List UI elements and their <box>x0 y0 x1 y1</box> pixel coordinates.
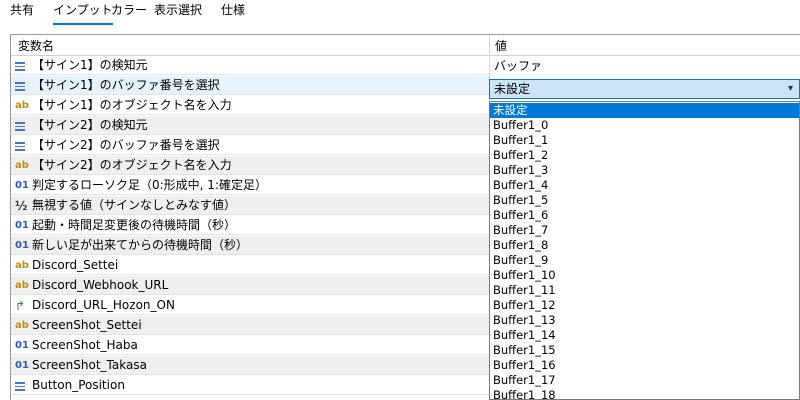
variable-name-cell[interactable]: ab 【サイン2】のオブジェクト名を入力 <box>11 156 489 175</box>
dropdown-option[interactable]: Buffer1_16 <box>490 358 799 373</box>
dropdown-option[interactable]: Buffer1_3 <box>490 163 799 178</box>
text-icon: ab <box>15 320 29 331</box>
variable-name-label: 【サイン2】のオブジェクト名を入力 <box>32 158 232 172</box>
buffer-select-combobox[interactable]: 未設定 ▾ <box>489 79 800 99</box>
enum-icon <box>15 119 29 133</box>
dropdown-option[interactable]: Buffer1_6 <box>490 208 799 223</box>
variable-name-cell[interactable]: ab ScreenShot_Settei <box>11 316 489 335</box>
dropdown-option[interactable]: Buffer1_9 <box>490 253 799 268</box>
dropdown-option[interactable]: Buffer1_18 <box>490 388 799 399</box>
dropdown-option[interactable]: Buffer1_2 <box>490 148 799 163</box>
double-icon: ½ <box>15 199 28 213</box>
variable-name-label: Discord_URL_Hozon_ON <box>32 298 175 312</box>
dropdown-option[interactable]: Buffer1_7 <box>490 223 799 238</box>
tab-spec[interactable]: 仕様 <box>221 3 245 23</box>
dropdown-option[interactable]: Buffer1_12 <box>490 298 799 313</box>
column-header-variable-name[interactable]: 変数名 <box>18 35 54 55</box>
variable-name-label: 【サイン2】の検知元 <box>32 118 148 132</box>
variable-name-label: 【サイン1】のオブジェクト名を入力 <box>32 98 232 112</box>
variable-name-cell[interactable]: ab 【サイン1】のオブジェクト名を入力 <box>11 96 489 115</box>
variable-name-label: Button_Position <box>32 378 125 392</box>
tab-bar: 共有 インプット カラー 表示選択 仕様 <box>0 0 800 26</box>
variable-name-label: 無視する値（サインなしとみなす値） <box>32 198 237 212</box>
enum-icon <box>15 59 29 73</box>
variable-name-label: 新しい足が出来てからの待機時間（秒） <box>32 238 249 252</box>
variable-name-label: Discord_Settei <box>32 258 119 272</box>
dropdown-option[interactable]: Buffer1_8 <box>490 238 799 253</box>
enum-icon <box>15 79 29 93</box>
variable-name-label: ScreenShot_Takasa <box>32 358 147 372</box>
table-row[interactable]: 【サイン1】の検知元 バッファ <box>11 56 800 76</box>
variable-name-label: ScreenShot_Haba <box>32 338 138 352</box>
variable-name-cell[interactable]: 【サイン2】のバッファ番号を選択 <box>11 136 489 155</box>
dropdown-option[interactable]: Buffer1_0 <box>490 118 799 133</box>
tab-color[interactable]: カラー <box>111 3 147 23</box>
variable-name-label: 【サイン1】の検知元 <box>32 58 148 72</box>
variable-name-cell[interactable]: 【サイン1】の検知元 <box>11 56 489 75</box>
text-icon: ab <box>15 280 29 291</box>
text-icon: ab <box>15 260 29 271</box>
text-icon: ab <box>15 160 29 171</box>
dropdown-option[interactable]: Buffer1_10 <box>490 268 799 283</box>
int-icon: 01 <box>15 240 29 251</box>
int-icon: 01 <box>15 340 29 351</box>
chevron-down-icon[interactable]: ▾ <box>788 83 793 94</box>
tab-common[interactable]: 共有 <box>10 3 34 23</box>
tab-input[interactable]: インプット <box>53 3 113 25</box>
variable-name-cell[interactable]: 【サイン1】のバッファ番号を選択 <box>11 76 489 95</box>
bool-icon: ↱ <box>15 299 26 313</box>
variable-name-cell[interactable]: Button_Position <box>11 376 489 395</box>
variable-name-cell[interactable]: ab Discord_Settei <box>11 256 489 275</box>
variable-name-label: ScreenShot_Settei <box>32 318 142 332</box>
column-header-value[interactable]: 値 <box>495 35 507 55</box>
grid-header: 変数名 値 <box>11 35 800 56</box>
dropdown-option[interactable]: Buffer1_14 <box>490 328 799 343</box>
dropdown-option[interactable]: Buffer1_5 <box>490 193 799 208</box>
value-cell[interactable]: バッファ <box>490 56 800 76</box>
tab-display-select[interactable]: 表示選択 <box>154 3 202 23</box>
buffer-select-dropdown-list[interactable]: 未設定 Buffer1_0 Buffer1_1 Buffer1_2 Buffer1_3 B… <box>489 101 800 400</box>
enum-icon <box>15 139 29 153</box>
dropdown-option[interactable]: Buffer1_11 <box>490 283 799 298</box>
variable-name-label: 起動・時間足変更後の待機時間（秒） <box>32 218 237 232</box>
variable-name-cell[interactable]: 01 判定するローソク足（0:形成中, 1:確定足） <box>11 176 489 195</box>
int-icon: 01 <box>15 220 29 231</box>
variable-name-label: Discord_Webhook_URL <box>32 278 169 292</box>
variable-name-cell[interactable]: 01 ScreenShot_Takasa <box>11 356 489 375</box>
variable-name-label: 【サイン2】のバッファ番号を選択 <box>32 138 220 152</box>
variable-name-label: 【サイン1】のバッファ番号を選択 <box>32 78 220 92</box>
dropdown-option[interactable]: Buffer1_17 <box>490 373 799 388</box>
variable-name-cell[interactable]: 01 起動・時間足変更後の待機時間（秒） <box>11 216 489 235</box>
variable-name-cell[interactable]: ↱ Discord_URL_Hozon_ON <box>11 296 489 315</box>
dropdown-option[interactable]: Buffer1_15 <box>490 343 799 358</box>
enum-icon <box>15 379 29 393</box>
combobox-value: 未設定 <box>494 82 531 96</box>
variable-name-cell[interactable]: 01 新しい足が出来てからの待機時間（秒） <box>11 236 489 255</box>
dropdown-option[interactable]: Buffer1_13 <box>490 313 799 328</box>
variable-name-label: 判定するローソク足（0:形成中, 1:確定足） <box>32 178 267 192</box>
variable-name-cell[interactable]: ½ 無視する値（サインなしとみなす値） <box>11 196 489 215</box>
dropdown-option[interactable]: 未設定 <box>490 103 799 118</box>
text-icon: ab <box>15 100 29 111</box>
dropdown-option[interactable]: Buffer1_1 <box>490 133 799 148</box>
variable-name-cell[interactable]: 【サイン2】の検知元 <box>11 116 489 135</box>
int-icon: 01 <box>15 180 29 191</box>
variable-name-cell[interactable]: 01 ScreenShot_Haba <box>11 336 489 355</box>
int-icon: 01 <box>15 360 29 371</box>
variable-name-cell[interactable]: ab Discord_Webhook_URL <box>11 276 489 295</box>
dropdown-option[interactable]: Buffer1_4 <box>490 178 799 193</box>
